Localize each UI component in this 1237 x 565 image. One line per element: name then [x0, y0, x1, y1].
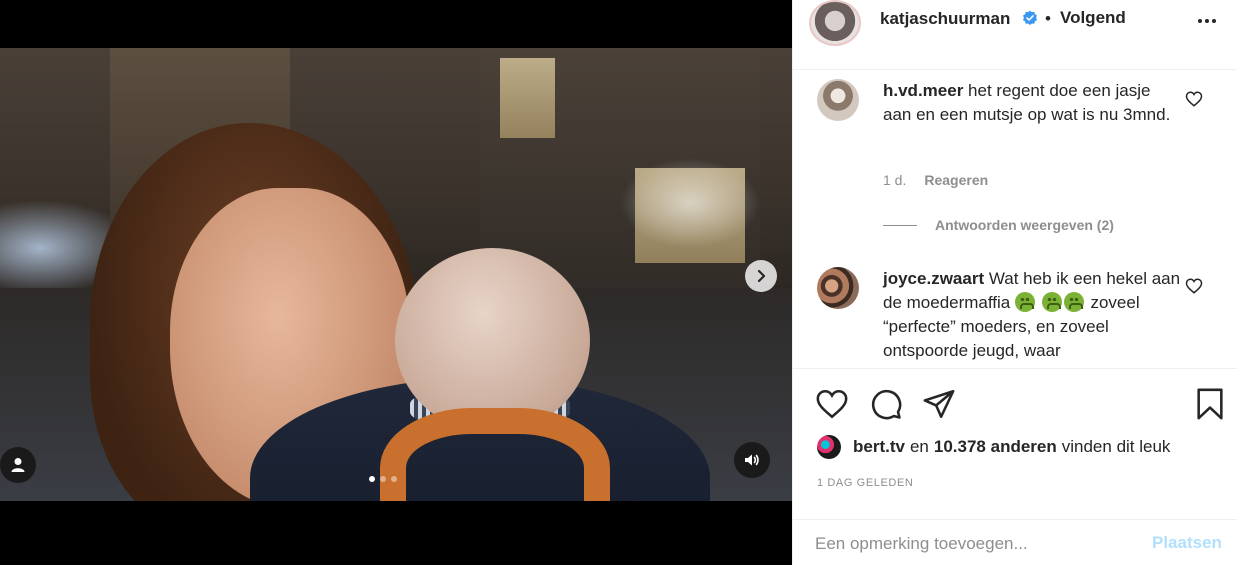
liker-username[interactable]: bert.tv [853, 437, 905, 457]
comment-meta: 1 d. Reageren [883, 172, 988, 188]
replies-divider [883, 224, 917, 226]
comment-icon[interactable] [869, 387, 903, 421]
likes-summary: bert.tv en 10.378 anderen vinden dit leu… [817, 435, 1170, 459]
following-button[interactable]: Volgend [1060, 8, 1126, 28]
chevron-right-icon [757, 269, 766, 283]
volume-icon [745, 454, 759, 466]
comments-list[interactable]: h.vd.meer het regent doe een jasje aan e… [793, 70, 1237, 368]
carousel-dot [369, 476, 375, 482]
lit-window [500, 58, 555, 138]
comment-body: h.vd.meer het regent doe een jasje aan e… [883, 79, 1183, 127]
more-options-icon[interactable] [1198, 14, 1222, 28]
view-replies-label: Antwoorden weergeven (2) [935, 217, 1114, 233]
add-comment-section: Plaatsen [793, 519, 1237, 565]
liker-avatar[interactable] [817, 435, 841, 459]
verified-badge-icon [1023, 10, 1037, 25]
nauseated-face-emoji-icon [1041, 292, 1062, 312]
carousel-dot [380, 476, 386, 482]
carousel-indicator [369, 476, 397, 482]
reply-button[interactable]: Reageren [924, 172, 988, 188]
comment-like-heart-icon[interactable] [1185, 90, 1203, 108]
likes-count[interactable]: 10.378 anderen [934, 437, 1057, 457]
commenter-avatar[interactable] [817, 79, 859, 121]
author-username[interactable]: katjaschuurman [880, 9, 1010, 29]
comment-age: 1 d. [883, 172, 907, 188]
next-slide-button[interactable] [745, 260, 777, 292]
commenter-username[interactable]: joyce.zwaart [883, 269, 984, 288]
baby-head [395, 248, 590, 433]
heart-icon[interactable] [815, 387, 849, 421]
comment-like-heart-icon[interactable] [1185, 277, 1203, 295]
baby-carrier [380, 408, 610, 501]
comment-body: joyce.zwaart Wat heb ik een hekel aan de… [883, 267, 1183, 363]
commenter-username[interactable]: h.vd.meer [883, 81, 963, 100]
post-timestamp[interactable]: 1 dag geleden [817, 477, 913, 489]
tagged-users-button[interactable] [0, 447, 36, 483]
view-replies-button[interactable]: Antwoorden weergeven (2) [883, 217, 1114, 233]
likes-suffix: vinden dit leuk [1061, 437, 1171, 456]
video-player[interactable] [0, 48, 792, 501]
nauseated-face-emoji-icon [1063, 292, 1084, 312]
comment-input[interactable] [815, 530, 1145, 558]
share-icon[interactable] [922, 387, 956, 421]
likes-connector: en [909, 437, 929, 456]
user-icon [11, 458, 25, 472]
post-media[interactable] [0, 0, 792, 565]
post-sidebar: katjaschuurman • Volgend h.vd.meer het r… [792, 0, 1237, 565]
commenter-avatar[interactable] [817, 267, 859, 309]
bookmark-icon[interactable] [1193, 387, 1227, 421]
nauseated-face-emoji-icon [1015, 292, 1035, 312]
post-header: katjaschuurman • Volgend [793, 0, 1237, 70]
header-separator: • [1045, 9, 1051, 28]
post-comment-button[interactable]: Plaatsen [1152, 533, 1222, 553]
carousel-dot [391, 476, 397, 482]
light-glare [620, 158, 760, 248]
audio-toggle-button[interactable] [734, 442, 770, 478]
author-avatar[interactable] [809, 0, 861, 46]
